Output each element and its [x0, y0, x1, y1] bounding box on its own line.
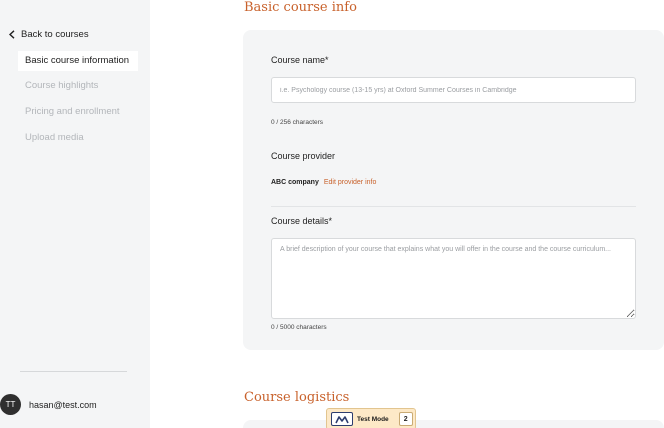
course-name-input[interactable] — [271, 77, 636, 103]
user-account[interactable]: TT hasan@test.com — [0, 394, 97, 415]
test-mode-count: 2 — [398, 412, 413, 426]
sidebar-item-course-highlights[interactable]: Course highlights — [18, 76, 138, 96]
sidebar: Back to courses Basic course information… — [0, 0, 150, 428]
test-mode-logo-icon — [331, 412, 353, 426]
avatar: TT — [0, 394, 21, 415]
course-provider-label: Course provider — [271, 151, 336, 161]
section-title-basic-course-info: Basic course info — [244, 0, 357, 15]
course-details-counter: 0 / 5000 characters — [271, 324, 327, 331]
sidebar-divider — [20, 371, 127, 372]
provider-name: ABC company — [271, 179, 319, 186]
sidebar-item-pricing-and-enrollment[interactable]: Pricing and enrollment — [18, 102, 138, 122]
course-details-label: Course details* — [271, 216, 333, 226]
test-mode-label: Test Mode — [357, 415, 389, 423]
chevron-left-icon — [8, 30, 15, 39]
section-title-course-logistics: Course logistics — [244, 390, 350, 405]
basic-info-card: Course name* 0 / 256 characters Course p… — [243, 30, 664, 350]
test-mode-badge[interactable]: Test Mode 2 — [326, 408, 416, 428]
course-name-label: Course name* — [271, 55, 329, 65]
back-to-courses-link[interactable]: Back to courses — [8, 29, 89, 40]
edit-provider-info-link[interactable]: Edit provider info — [324, 179, 377, 186]
sidebar-item-basic-course-information[interactable]: Basic course information — [18, 51, 138, 71]
course-name-counter: 0 / 256 characters — [271, 119, 324, 126]
course-logistics-card — [243, 420, 664, 428]
user-email: hasan@test.com — [29, 399, 97, 410]
card-divider — [271, 206, 636, 207]
course-details-textarea[interactable] — [271, 238, 636, 319]
back-to-courses-label: Back to courses — [21, 29, 89, 40]
sidebar-item-upload-media[interactable]: Upload media — [18, 128, 138, 148]
provider-row: ABC company Edit provider info — [271, 179, 376, 186]
